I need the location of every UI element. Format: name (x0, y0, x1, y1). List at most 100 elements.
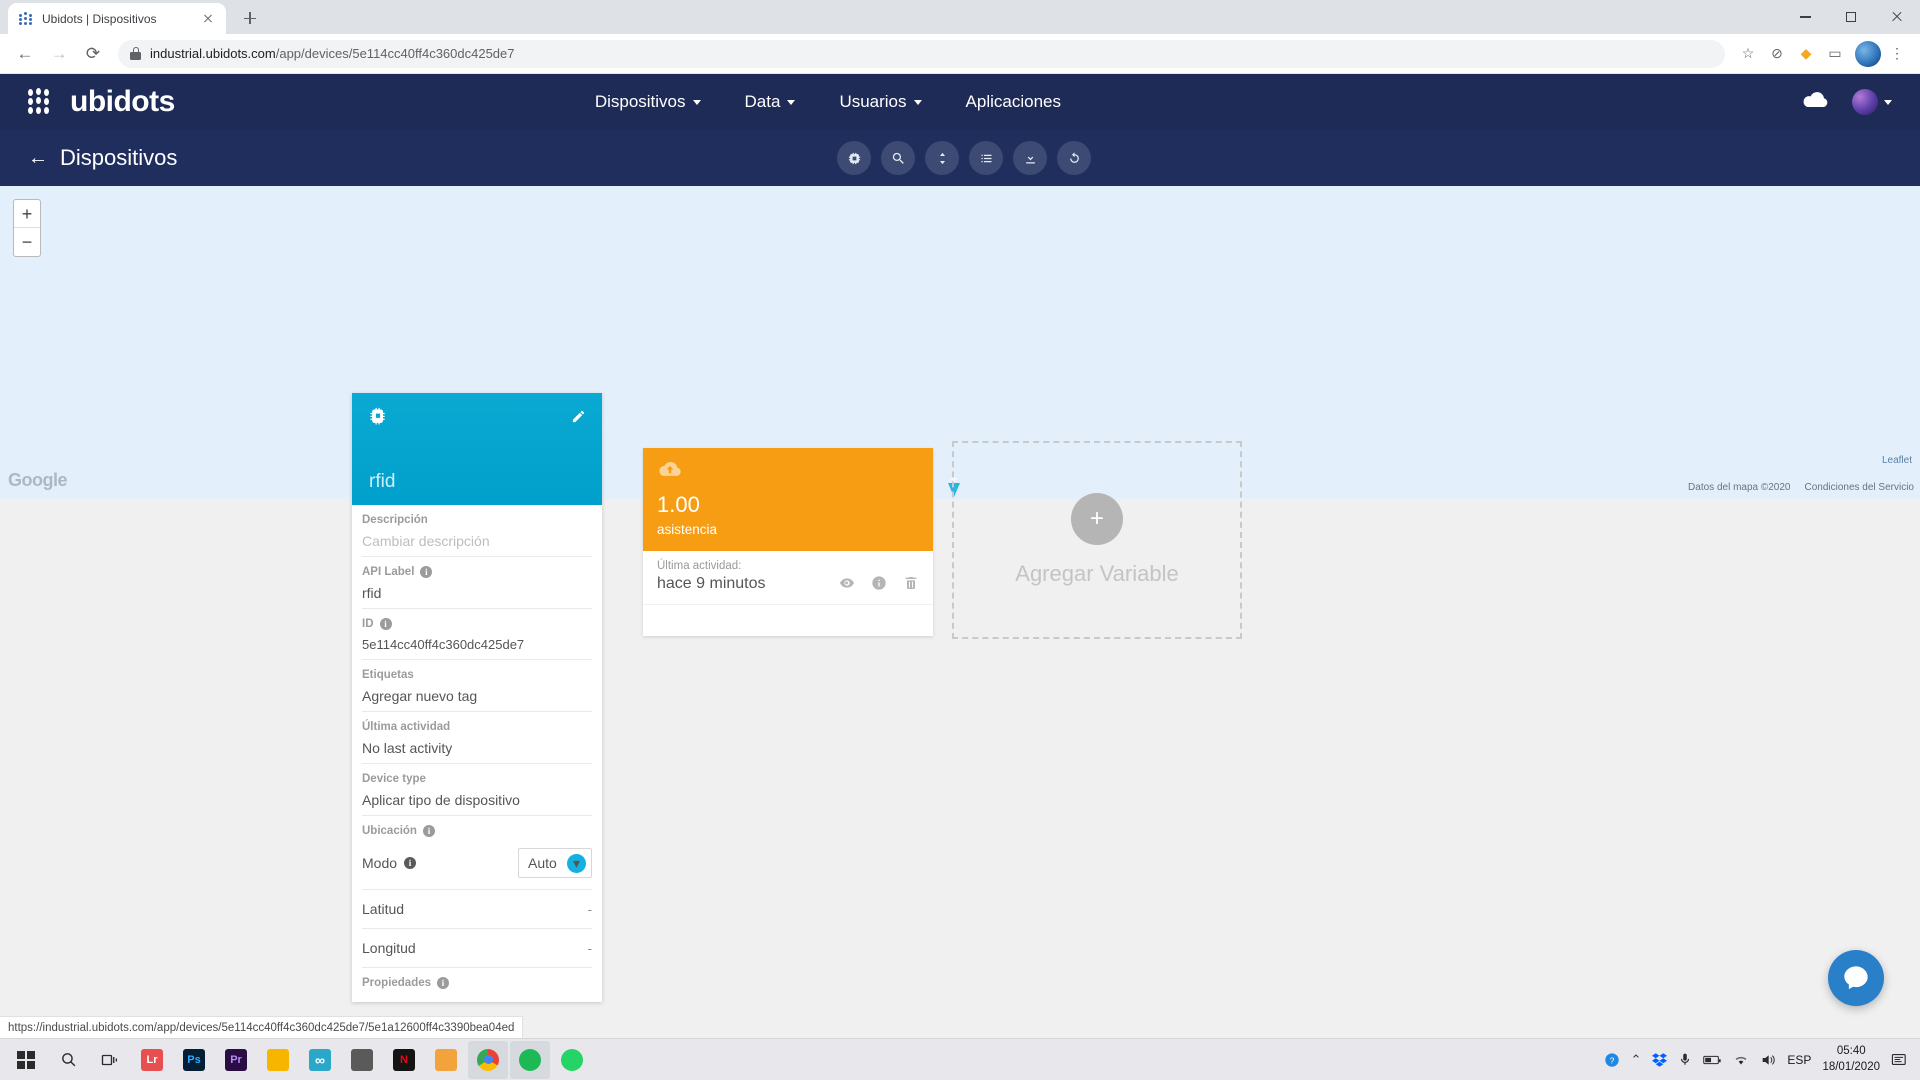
clock-time: 05:40 (1836, 1044, 1866, 1057)
notifications-icon[interactable] (1891, 1052, 1908, 1067)
field-label: Ubicación i (362, 825, 592, 837)
field-value[interactable]: rfid (362, 585, 592, 601)
language-indicator[interactable]: ESP (1787, 1053, 1811, 1067)
field-longitud: Longitud - (362, 929, 592, 968)
map-terms-link[interactable]: Condiciones del Servicio (1804, 482, 1914, 493)
device-body: rfid Descripción Cambiar descripción API… (0, 393, 1920, 1038)
field-ultima-actividad: Última actividad No last activity (362, 712, 592, 764)
start-button[interactable] (6, 1041, 46, 1079)
nav-item-dispositivos[interactable]: Dispositivos (595, 92, 701, 112)
nav-item-data[interactable]: Data (745, 92, 796, 112)
cast-icon[interactable]: ▭ (1822, 41, 1848, 67)
info-icon[interactable]: i (420, 566, 433, 578)
info-icon[interactable]: i (437, 977, 450, 989)
device-chip-icon[interactable] (837, 141, 872, 175)
field-label: Longitud (362, 940, 416, 956)
add-variable-button[interactable]: + Agregar Variable (952, 441, 1242, 639)
field-label-text: ID (362, 618, 374, 630)
chat-bubble-icon (1844, 966, 1868, 990)
microphone-icon[interactable] (1678, 1052, 1692, 1067)
download-icon[interactable] (1013, 141, 1048, 175)
nav-item-aplicaciones[interactable]: Aplicaciones (966, 92, 1061, 112)
chevron-down-icon (1884, 99, 1892, 105)
taskbar-app-netflix[interactable]: N (384, 1041, 424, 1079)
chevron-up-icon[interactable]: ⌃ (1631, 1052, 1642, 1068)
device-toolbar (837, 141, 1092, 175)
ubidots-logo[interactable]: ubidots (28, 85, 175, 119)
battery-icon[interactable] (1703, 1054, 1722, 1066)
task-view-button[interactable] (90, 1041, 130, 1079)
field-label-text: Ubicación (362, 825, 417, 837)
taskbar-app-mail[interactable] (426, 1041, 466, 1079)
url-host: industrial.ubidots.com (150, 46, 276, 61)
user-avatar (1852, 89, 1878, 115)
info-icon[interactable]: i (422, 825, 435, 837)
close-window-button[interactable] (1874, 0, 1920, 34)
mode-select[interactable]: Auto ▾ (518, 848, 592, 878)
taskbar-app-premiere[interactable]: Pr (216, 1041, 256, 1079)
pencil-icon[interactable] (571, 409, 586, 427)
help-icon[interactable]: ? (1604, 1052, 1620, 1068)
taskbar-app-photoshop[interactable]: Ps (174, 1041, 214, 1079)
variable-card-body[interactable]: 1.00 asistencia (643, 448, 933, 551)
info-icon[interactable]: i (379, 618, 392, 630)
browser-tab[interactable]: Ubidots | Dispositivos (8, 3, 226, 34)
forward-button[interactable]: → (44, 39, 74, 69)
zoom-out-button[interactable]: − (14, 228, 40, 256)
taskbar-app-chrome[interactable] (468, 1040, 508, 1079)
back-to-devices-link[interactable]: ← Dispositivos (28, 145, 177, 171)
info-icon[interactable] (871, 575, 887, 591)
menu-kebab-icon[interactable]: ⋮ (1884, 41, 1910, 67)
refresh-icon[interactable] (1057, 141, 1092, 175)
maximize-button[interactable] (1828, 0, 1874, 34)
field-value[interactable]: Aplicar tipo de dispositivo (362, 792, 592, 808)
chip-icon (368, 407, 388, 431)
taskbar-app-file-explorer[interactable] (258, 1041, 298, 1079)
status-bar-link: https://industrial.ubidots.com/app/devic… (0, 1016, 524, 1038)
leaflet-credit[interactable]: Leaflet (1882, 455, 1912, 466)
field-label: Device type (362, 773, 426, 785)
profile-avatar[interactable] (1855, 40, 1881, 67)
map-zoom-controls: + − (13, 199, 41, 257)
extension-puzzle-icon[interactable]: ◆ (1793, 41, 1819, 67)
trash-icon[interactable] (903, 575, 919, 591)
cloud-icon[interactable] (1802, 89, 1830, 115)
intercom-chat-button[interactable] (1828, 950, 1884, 1006)
new-tab-button[interactable] (236, 4, 264, 32)
minimize-button[interactable] (1782, 0, 1828, 34)
volume-icon[interactable] (1760, 1053, 1776, 1067)
plus-icon: + (1071, 493, 1123, 545)
sort-icon[interactable] (925, 141, 960, 175)
variable-card: 1.00 asistencia Última actividad: hace 9… (643, 448, 933, 636)
user-menu[interactable] (1852, 89, 1892, 115)
eye-icon[interactable] (839, 575, 855, 591)
back-button[interactable]: ← (10, 39, 40, 69)
taskbar-app-whatsapp[interactable] (552, 1041, 592, 1079)
field-value[interactable]: Cambiar descripción (362, 533, 592, 549)
block-icon[interactable]: ⊘ (1764, 41, 1790, 67)
app-sub-navigation: ← Dispositivos (0, 130, 1920, 186)
close-icon[interactable] (200, 11, 216, 27)
taskbar-app-infinity[interactable]: ∞ (300, 1041, 340, 1079)
nav-item-usuarios[interactable]: Usuarios (839, 92, 922, 112)
variable-card-actions (839, 575, 919, 591)
field-etiquetas: Etiquetas Agregar nuevo tag (362, 660, 592, 712)
zoom-in-button[interactable]: + (14, 200, 40, 228)
taskbar-app-lightroom[interactable]: Lr (132, 1041, 172, 1079)
taskbar-app-calculator[interactable] (342, 1041, 382, 1079)
url-input[interactable]: industrial.ubidots.com/app/devices/5e114… (118, 39, 1725, 68)
clock[interactable]: 05:40 18/01/2020 (1822, 1044, 1880, 1075)
search-icon[interactable] (881, 141, 916, 175)
map-attribution: Datos del mapa ©2020 Condiciones del Ser… (1688, 482, 1914, 493)
page-viewport: ubidots Dispositivos Data Usuarios Aplic… (0, 74, 1920, 1038)
field-value[interactable]: Agregar nuevo tag (362, 688, 592, 704)
dropbox-icon[interactable] (1652, 1052, 1668, 1067)
star-icon[interactable]: ☆ (1735, 41, 1761, 67)
field-label: API Label i (362, 566, 592, 578)
taskbar-search[interactable] (48, 1041, 88, 1079)
info-icon[interactable]: i (404, 857, 417, 869)
list-icon[interactable] (969, 141, 1004, 175)
wifi-icon[interactable] (1733, 1053, 1749, 1066)
taskbar-app-spotify[interactable] (510, 1040, 550, 1079)
reload-button[interactable]: ⟳ (78, 39, 108, 69)
